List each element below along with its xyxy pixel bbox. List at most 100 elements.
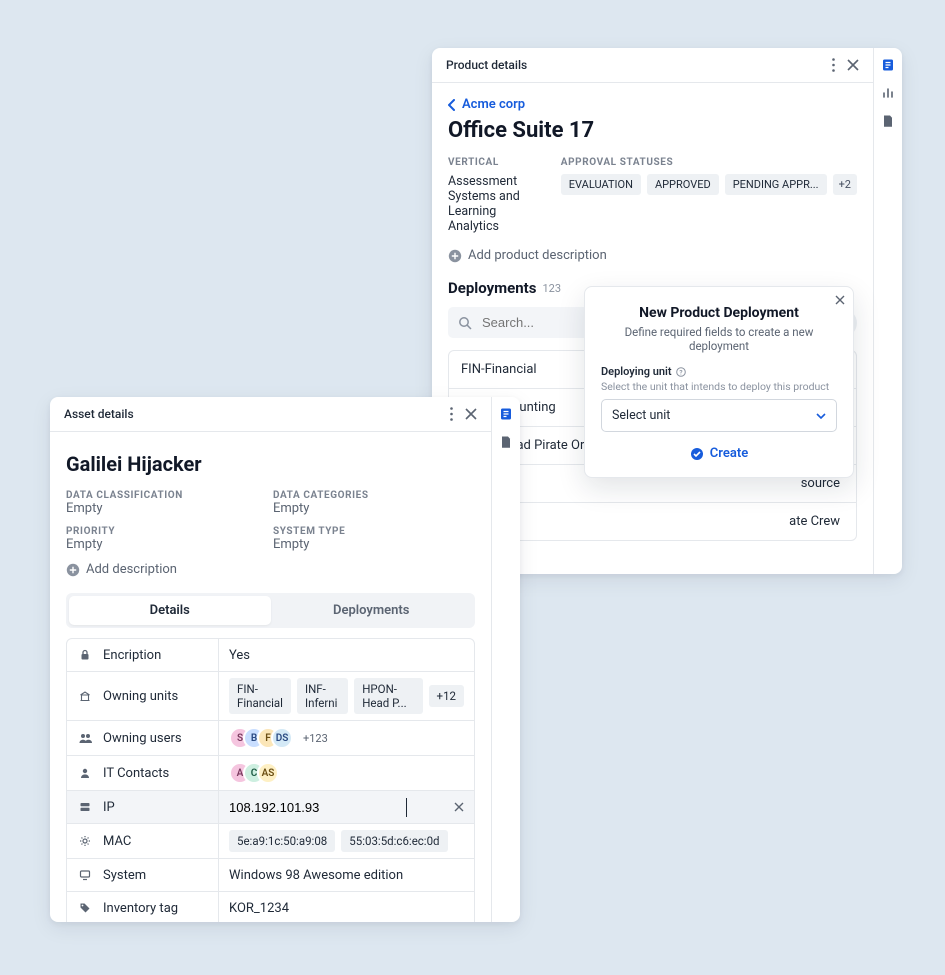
vertical-label: VERTICAL xyxy=(448,157,521,168)
unit-chip: FIN-Financial xyxy=(229,678,291,714)
avatar-more[interactable]: +123 xyxy=(303,732,328,745)
table-row: System Windows 98 Awesome edition xyxy=(67,859,474,892)
meta-value: Empty xyxy=(66,501,183,516)
plus-circle-icon xyxy=(66,563,80,577)
table-row: IT Contacts A C AS xyxy=(67,756,474,791)
meta-label: DATA CLASSIFICATION xyxy=(66,490,183,501)
close-icon[interactable] xyxy=(465,408,477,420)
building-icon xyxy=(77,688,93,704)
table-row: Owning users S B F DS +123 xyxy=(67,721,474,756)
page-title: Office Suite 17 xyxy=(448,118,857,143)
side-rail xyxy=(491,397,520,922)
chart-icon[interactable] xyxy=(879,84,897,102)
status-badge: APPROVED xyxy=(647,174,719,195)
kebab-icon[interactable] xyxy=(832,58,835,72)
table-row-ip[interactable]: IP xyxy=(67,791,474,824)
new-deployment-popover: New Product Deployment Define required f… xyxy=(584,286,854,478)
ip-input[interactable] xyxy=(229,798,407,817)
add-description-label: Add description xyxy=(86,562,177,577)
search-icon xyxy=(458,316,472,330)
deploying-unit-help: Select the unit that intends to deploy t… xyxy=(601,380,837,393)
table-row: Inventory tag KOR_1234 xyxy=(67,892,474,922)
create-button[interactable]: Create xyxy=(601,446,837,461)
meta-label: PRIORITY xyxy=(66,526,183,537)
row-label: MAC xyxy=(103,834,131,849)
breadcrumb[interactable]: Acme corp xyxy=(448,97,857,112)
add-asset-description-button[interactable]: Add description xyxy=(66,562,475,577)
add-product-description-button[interactable]: Add product description xyxy=(448,248,857,263)
deploying-unit-select[interactable]: Select unit xyxy=(601,399,837,432)
avatar: AS xyxy=(257,762,279,784)
gear-icon xyxy=(77,833,93,849)
svg-text:?: ? xyxy=(679,368,682,376)
row-value: KOR_1234 xyxy=(229,901,289,916)
side-rail xyxy=(873,48,902,574)
meta-value: Empty xyxy=(273,537,369,552)
row-value: Windows 98 Awesome edition xyxy=(229,868,403,883)
row-label: Encription xyxy=(103,648,161,663)
popover-subtitle: Define required fields to create a new d… xyxy=(601,325,837,353)
kebab-icon[interactable] xyxy=(450,407,453,421)
avatar-stack: A C AS xyxy=(229,762,279,784)
file-icon[interactable] xyxy=(879,112,897,130)
tabs: Details Deployments xyxy=(66,593,475,628)
create-label: Create xyxy=(710,446,748,461)
panel-title: Product details xyxy=(446,58,527,72)
plus-circle-icon xyxy=(448,249,462,263)
user-icon xyxy=(77,765,93,781)
details-table: Encription Yes Owning units FIN-Financia… xyxy=(66,638,475,922)
close-icon[interactable] xyxy=(847,59,859,71)
meta-value: Empty xyxy=(273,501,369,516)
unit-chip: INF-Inferni xyxy=(297,678,348,714)
vertical-value: Assessment Systems and Learning Analytic… xyxy=(448,174,521,234)
users-icon xyxy=(77,730,93,746)
panel-header: Product details xyxy=(432,48,873,83)
tab-details[interactable]: Details xyxy=(69,596,271,625)
add-description-label: Add product description xyxy=(468,248,607,263)
tag-icon xyxy=(77,900,93,916)
tab-deployments[interactable]: Deployments xyxy=(271,596,473,625)
lock-icon xyxy=(77,647,93,663)
panel-title: Asset details xyxy=(64,407,134,421)
row-label: System xyxy=(103,868,146,883)
status-more[interactable]: +2 xyxy=(833,174,857,195)
approval-label: APPROVAL STATUSES xyxy=(561,157,857,168)
popover-close-icon[interactable] xyxy=(835,295,845,305)
chevron-left-icon xyxy=(448,99,456,111)
status-badge: EVALUATION xyxy=(561,174,641,195)
document-icon[interactable] xyxy=(879,56,897,74)
panel-header: Asset details xyxy=(50,397,491,432)
chevron-down-icon xyxy=(816,413,826,419)
table-row: Encription Yes xyxy=(67,639,474,672)
unit-more[interactable]: +12 xyxy=(429,685,464,707)
clear-icon[interactable] xyxy=(454,802,464,812)
unit-chip: HPON-Head P... xyxy=(354,678,422,714)
row-value: Yes xyxy=(229,648,250,663)
row-label: IT Contacts xyxy=(103,766,169,781)
document-icon[interactable] xyxy=(497,405,515,423)
row-label: IP xyxy=(103,800,115,815)
file-icon[interactable] xyxy=(497,433,515,451)
check-circle-icon xyxy=(690,447,704,461)
deployments-count: 123 xyxy=(542,282,561,295)
meta-label: SYSTEM TYPE xyxy=(273,526,369,537)
table-row: Owning units FIN-Financial INF-Inferni H… xyxy=(67,672,474,721)
avatar-stack: S B F DS xyxy=(229,727,293,749)
status-badge: PENDING APPR... xyxy=(725,174,827,195)
meta-value: Empty xyxy=(66,537,183,552)
server-icon xyxy=(77,799,93,815)
desktop-icon xyxy=(77,867,93,883)
asset-details-panel: Asset details Galilei Hijacker DATA CLAS… xyxy=(50,397,520,922)
deploying-unit-label: Deploying unit ? xyxy=(601,365,837,378)
breadcrumb-label: Acme corp xyxy=(462,97,525,112)
avatar: DS xyxy=(271,727,293,749)
mac-chip: 55:03:5d:c6:ec:0d xyxy=(341,830,447,852)
help-icon[interactable]: ? xyxy=(676,367,686,377)
meta-label: DATA CATEGORIES xyxy=(273,490,369,501)
table-row: MAC 5e:a9:1c:50:a9:08 55:03:5d:c6:ec:0d xyxy=(67,824,474,859)
mac-chip: 5e:a9:1c:50:a9:08 xyxy=(229,830,335,852)
row-label: Inventory tag xyxy=(103,901,178,916)
row-label: Owning users xyxy=(103,731,182,746)
select-placeholder: Select unit xyxy=(612,408,670,423)
row-label: Owning units xyxy=(103,689,178,704)
